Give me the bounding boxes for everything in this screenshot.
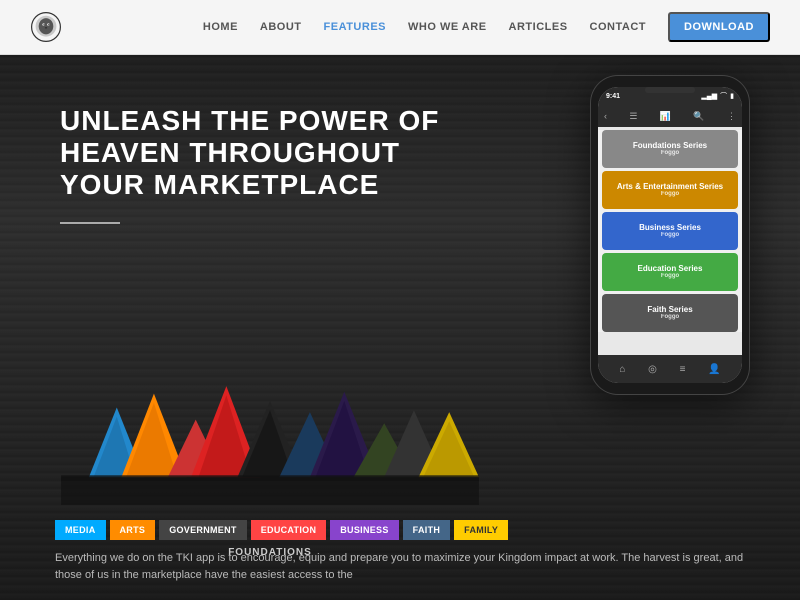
category-business[interactable]: BUSINESS <box>330 520 398 540</box>
phone-bottom-bar: ⌂ ◎ ≡ 👤 <box>598 355 742 383</box>
category-government[interactable]: GOVERNMENT <box>159 520 247 540</box>
hero-divider <box>60 222 120 224</box>
category-faith[interactable]: FAITH <box>403 520 451 540</box>
category-education[interactable]: EDUCATION <box>251 520 327 540</box>
hero-section: UNLEASH THE POWER OF HEAVEN THROUGHOUT Y… <box>0 55 800 600</box>
home-tab-icon[interactable]: ⌂ <box>619 364 625 375</box>
phone-item-label-3: Education Series <box>638 264 703 274</box>
phone-notch <box>645 87 695 93</box>
download-button[interactable]: DOWNLOAD <box>668 12 770 42</box>
nav: HOME ABOUT FEATURES WHO WE ARE ARTICLES … <box>203 12 770 42</box>
logo-icon <box>30 11 62 43</box>
hero-content: UNLEASH THE POWER OF HEAVEN THROUGHOUT Y… <box>0 55 800 254</box>
hero-text: UNLEASH THE POWER OF HEAVEN THROUGHOUT Y… <box>60 105 460 254</box>
phone-item-sub-3: Foggo <box>638 273 703 280</box>
profile-tab-icon[interactable]: 👤 <box>708 364 720 375</box>
category-media[interactable]: MEDIA <box>55 520 106 540</box>
list-tab-icon[interactable]: ≡ <box>680 364 686 375</box>
category-family[interactable]: FAMILY <box>454 520 508 540</box>
phone-list-item-3[interactable]: Education Series Foggo <box>602 253 738 291</box>
category-arts[interactable]: ARTS <box>110 520 156 540</box>
nav-about[interactable]: ABOUT <box>260 21 302 33</box>
phone-item-label-4: Faith Series <box>647 305 692 315</box>
mountains-container <box>55 375 485 505</box>
nav-who-we-are[interactable]: WHO WE ARE <box>408 21 487 33</box>
nav-home[interactable]: HOME <box>203 21 238 33</box>
hero-description: Everything we do on the TKI app is to en… <box>55 550 745 600</box>
phone-item-sub-4: Foggo <box>647 314 692 321</box>
nav-features[interactable]: FEATURES <box>324 21 386 33</box>
header: HOME ABOUT FEATURES WHO WE ARE ARTICLES … <box>0 0 800 55</box>
logo-area <box>30 11 62 43</box>
mountains-svg <box>55 375 485 505</box>
compass-tab-icon[interactable]: ◎ <box>648 364 657 375</box>
hero-title: UNLEASH THE POWER OF HEAVEN THROUGHOUT Y… <box>60 105 460 202</box>
nav-articles[interactable]: ARTICLES <box>509 21 568 33</box>
categories: MEDIA ARTS GOVERNMENT EDUCATION BUSINESS… <box>55 520 508 540</box>
nav-contact[interactable]: CONTACT <box>590 21 646 33</box>
phone-list-item-4[interactable]: Faith Series Foggo <box>602 294 738 332</box>
